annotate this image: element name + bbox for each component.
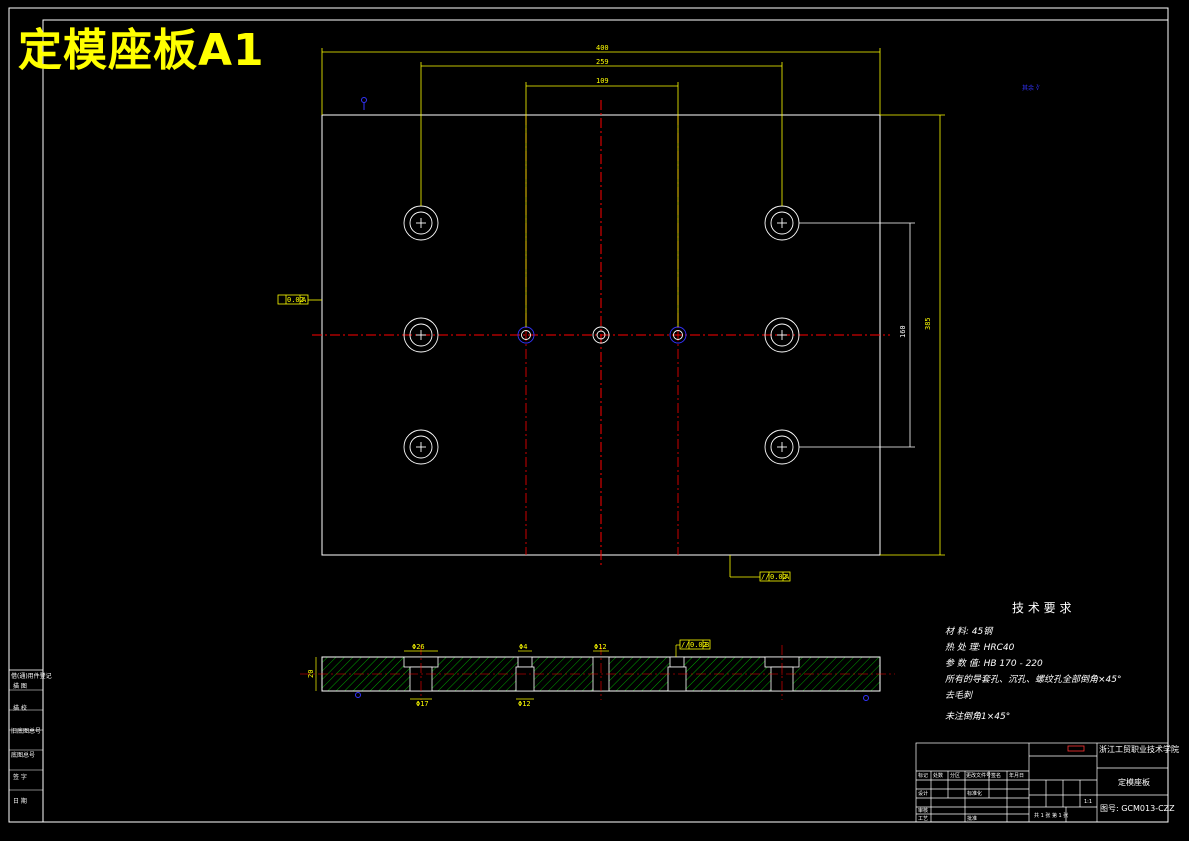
- section-hole1-bottom: Φ17: [416, 700, 429, 708]
- hole-top-right: [764, 205, 800, 241]
- roughness-note: 其余 ∛: [1022, 84, 1040, 92]
- tb-bottom-label-1: 设计: [918, 790, 928, 797]
- tol-bottom-datum: A: [785, 573, 790, 581]
- dim-hole-span-inner: 109: [596, 77, 609, 85]
- tech-line-4: 所有的导套孔、沉孔、螺纹孔全部倒角×45°: [945, 674, 1122, 685]
- tech-line-2: 热 处 理: HRC40: [945, 642, 1015, 653]
- tb-row-label-2: 处数: [933, 772, 943, 779]
- sheet-outer-border: [8, 7, 1169, 823]
- tech-line-3: 参 数 值: HB 170 - 220: [945, 658, 1043, 669]
- section-hole3-dia: Φ12: [594, 643, 607, 651]
- section-hole1-dia: Φ26: [412, 643, 425, 651]
- dim-height-total: 385: [924, 317, 932, 330]
- section-hole2-bottom: Φ12: [518, 700, 531, 708]
- tech-line-1: 材 料: 45钢: [945, 626, 994, 637]
- title-block-scale: 1:1: [1084, 799, 1092, 805]
- title-block-part-name: 定模座板: [1118, 777, 1150, 787]
- side-strip: 借(通)用件登记 描 图 描 校 旧底图总号 底图总号 签 字 日 期: [8, 669, 52, 823]
- drawing-canvas: 借(通)用件登记 描 图 描 校 旧底图总号 底图总号 签 字 日 期 400 …: [8, 7, 1179, 823]
- title-block-red-marker: [1067, 745, 1085, 752]
- section-hole2-dia: Φ4: [519, 643, 527, 651]
- dimension-lines: [308, 48, 945, 578]
- hole-bottom-left: [403, 429, 439, 465]
- tb-row-label-5: 签名: [991, 772, 1001, 779]
- section-thickness: 20: [307, 670, 315, 678]
- title-block-sheet: 共 1 张 第 1 张: [1034, 812, 1068, 819]
- tb-row-label-6: 年月日: [1009, 772, 1024, 779]
- side-label-6: 签 字: [13, 773, 27, 781]
- tb-bottom-label-3: 审核: [918, 807, 928, 814]
- tol-bottom-symbol: //: [761, 573, 769, 581]
- side-label-2: 描 图: [13, 682, 27, 690]
- section-tol-symbol: //: [681, 641, 689, 649]
- side-label-7: 日 期: [13, 797, 27, 805]
- section-view: Φ26 Φ17 Φ4 Φ12 Φ12 20 // 0.02 B: [300, 639, 895, 708]
- tech-line-6: 未注倒角1×45°: [945, 711, 1010, 722]
- side-label-5: 底图总号: [11, 751, 35, 759]
- tb-bottom-label-5: 批准: [967, 815, 977, 822]
- tb-row-label-3: 分区: [950, 772, 960, 779]
- tech-heading: 技 术 要 求: [1012, 601, 1071, 615]
- tb-row-label-4: 更改文件号: [966, 772, 991, 779]
- tb-bottom-label-2: 标准化: [967, 790, 982, 797]
- hole-top-left: [403, 205, 439, 241]
- side-label-3: 描 校: [13, 704, 27, 712]
- top-view: [312, 100, 890, 565]
- section-tol-datum: B: [705, 641, 709, 649]
- title-block-drawing-no: 图号: GCM013-CZZ: [1100, 804, 1175, 813]
- tb-row-label-1: 标记: [918, 772, 928, 779]
- dim-hole-span-outer: 259: [596, 58, 609, 66]
- dim-hole-pitch: 160: [899, 325, 907, 338]
- side-label-1: 借(通)用件登记: [11, 672, 52, 680]
- side-label-4: 旧底图总号: [11, 727, 41, 735]
- tech-line-5: 去毛刺: [945, 690, 974, 701]
- hole-bottom-right: [764, 429, 800, 465]
- tb-bottom-label-4: 工艺: [918, 816, 928, 822]
- tol-left-datum: A: [302, 296, 307, 304]
- sheet-inner-border: [42, 19, 1169, 823]
- title-block-school: 浙江工贸职业技术学院: [1099, 744, 1179, 754]
- dim-width-total: 400: [596, 44, 609, 52]
- datum-marker-top: [361, 97, 367, 110]
- sheet-title: 定模座板A1: [18, 25, 265, 76]
